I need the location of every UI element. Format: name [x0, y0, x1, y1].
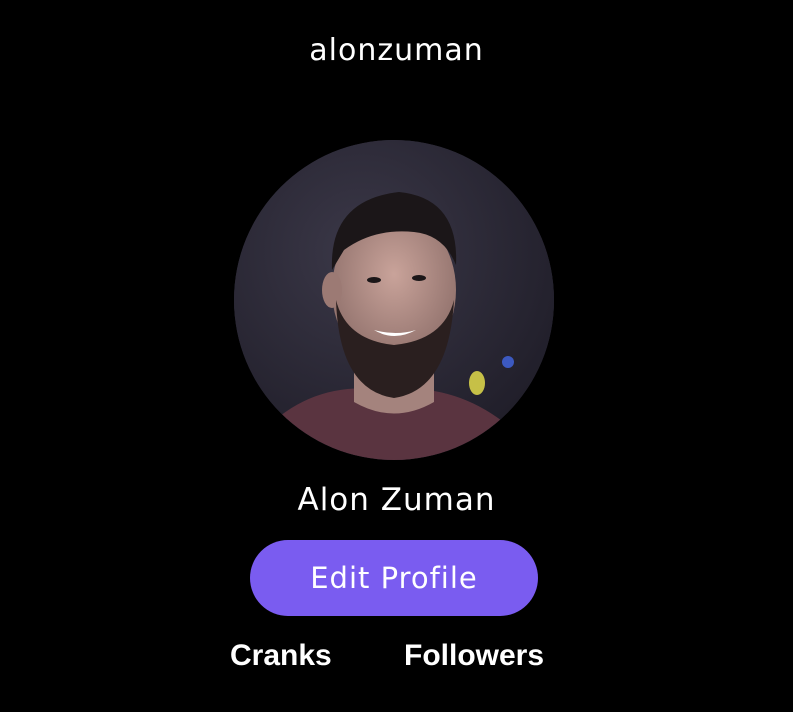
display-name: Alon Zuman — [297, 482, 496, 518]
profile-photo-icon — [234, 140, 554, 460]
profile-stats: Cranks Followers — [0, 636, 793, 676]
followers-stat[interactable]: Followers — [404, 636, 544, 676]
username-header: alonzuman — [309, 33, 484, 68]
cranks-stat[interactable]: Cranks — [230, 636, 332, 676]
profile-screen: alonzuman Alon Zuman Edit Profile Cranks… — [0, 0, 793, 712]
avatar[interactable] — [234, 140, 554, 460]
edit-profile-button[interactable]: Edit Profile — [250, 540, 538, 616]
